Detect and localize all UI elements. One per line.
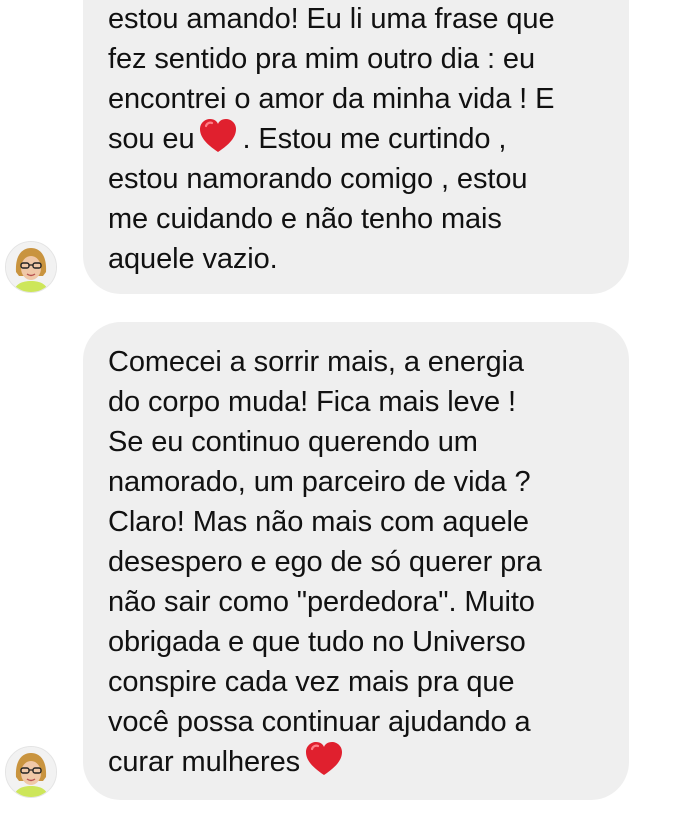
message-line: namorado, um parceiro de vida ? [108,466,531,498]
message-line: obrigada e que tudo no Universo [108,626,526,658]
message-bubble[interactable]: estou amando! Eu li uma frase que fez se… [83,0,629,294]
message-line: desespero e ego de só querer pra [108,546,542,578]
avatar-photo [6,747,56,797]
message-text: curar mulheres [108,746,300,778]
message-line: encontrei o amor da minha vida ! E [108,83,555,115]
message-line: do corpo muda! Fica mais leve ! [108,386,516,418]
message-row: Comecei a sorrir mais, a energia do corp… [0,300,684,829]
message-line: me cuidando e não tenho mais [108,203,502,235]
message-line: conspire cada vez mais pra que [108,666,515,698]
red-heart-emoji [200,119,237,153]
message-line: Claro! Mas não mais com aquele [108,506,529,538]
message-line: sou eu . Estou me curtindo , [108,119,607,159]
message-text: . Estou me curtindo , [242,123,507,155]
message-line: você possa continuar ajudando a [108,706,531,738]
avatar-photo [6,242,56,292]
message-line: fez sentido pra mim outro dia : eu [108,43,535,75]
message-row: estou amando! Eu li uma frase que fez se… [0,0,684,300]
message-line: estou amando! Eu li uma frase que [108,3,555,35]
avatar[interactable] [5,241,57,293]
message-line: Se eu continuo querendo um [108,426,478,458]
message-line: Comecei a sorrir mais, a energia [108,346,524,378]
avatar[interactable] [5,746,57,798]
red-heart-emoji [306,742,342,776]
message-line: curar mulheres [108,742,607,782]
message-line: estou namorando comigo , estou [108,163,528,195]
message-line: aquele vazio. [108,243,278,275]
message-line: não sair como "perdedora". Muito [108,586,535,618]
message-text: sou eu [108,123,195,155]
message-bubble[interactable]: Comecei a sorrir mais, a energia do corp… [83,322,629,800]
